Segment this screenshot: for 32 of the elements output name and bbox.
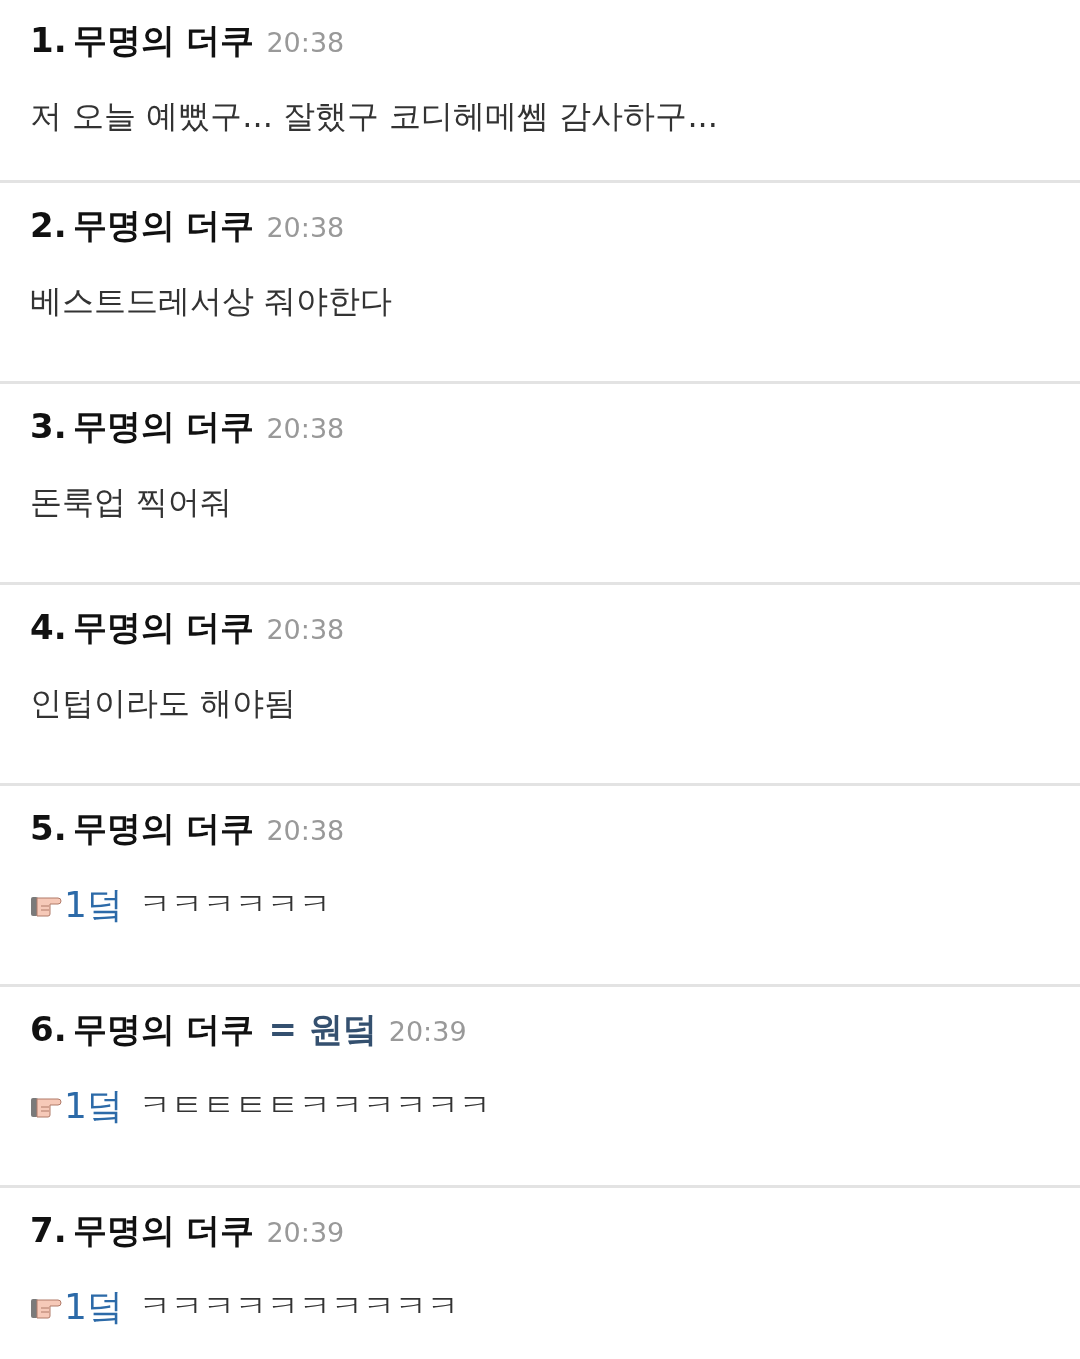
reply-link[interactable]: 1덬 — [64, 880, 123, 930]
comment-time: 20:38 — [266, 27, 345, 58]
comment-time: 20:38 — [266, 212, 345, 243]
comment-number: 1. — [30, 20, 67, 60]
comment-text: 베스트드레서상 줘야한다 — [30, 281, 393, 322]
author-name: 무명의 더쿠 — [72, 606, 255, 649]
reply-link[interactable]: 1덬 — [64, 1081, 123, 1131]
comment-text: ㅋㅌㅌㅌㅌㅋㅋㅋㅋㅋㅋ — [138, 1085, 491, 1126]
author-name: 무명의 더쿠 — [72, 1209, 255, 1252]
comment-time: 20:39 — [388, 1016, 467, 1047]
comment-number: 2. — [30, 205, 67, 245]
comment-number: 7. — [30, 1210, 67, 1250]
comment-number: 5. — [30, 808, 67, 848]
author-name: 무명의 더쿠 — [72, 405, 255, 448]
comment-text: ㅋㅋㅋㅋㅋㅋ — [138, 884, 331, 925]
comment-text: ㅋㅋㅋㅋㅋㅋㅋㅋㅋㅋ — [138, 1286, 459, 1327]
author-name: 무명의 더쿠 — [72, 204, 255, 247]
comment-text: 돈룩업 찍어줘 — [30, 482, 233, 523]
comment-time: 20:38 — [266, 413, 345, 444]
comment-time: 20:38 — [266, 815, 345, 846]
comment-number: 3. — [30, 406, 67, 446]
comment-text: 인텁이라도 해야됨 — [30, 683, 297, 724]
comment-text: 저 오늘 예뻤구... 잘했구 코디헤메쎔 감사하구... — [30, 96, 718, 137]
comment-time: 20:38 — [266, 614, 345, 645]
reply-link[interactable]: 1덬 — [64, 1282, 123, 1332]
comment-number: 6. — [30, 1009, 67, 1049]
author-name: 무명의 더쿠 — [72, 1008, 255, 1051]
author-name: 무명의 더쿠 — [72, 807, 255, 850]
author-name: 무명의 더쿠 — [72, 19, 255, 62]
comment-time: 20:39 — [266, 1217, 345, 1248]
comment-number: 4. — [30, 607, 67, 647]
author-tag: = 원덬 — [268, 1007, 377, 1053]
